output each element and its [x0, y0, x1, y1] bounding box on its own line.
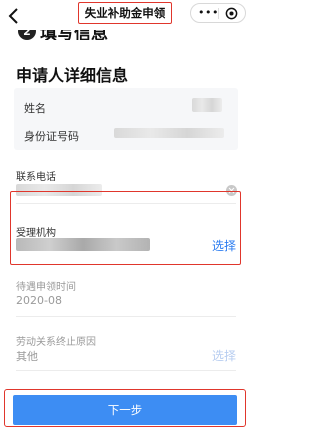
name-value-redacted	[192, 98, 222, 112]
capsule-divider-overlay	[218, 8, 219, 19]
more-menu-icon-overlay[interactable]: •••	[198, 7, 219, 19]
agency-label: 受理机构	[16, 228, 56, 239]
name-label: 姓名	[24, 102, 46, 115]
termination-reason-label: 劳动关系终止原因	[16, 337, 96, 348]
termination-reason-select-link[interactable]: 选择	[212, 347, 236, 364]
next-button[interactable]: 下一步	[13, 395, 237, 425]
section-title: 申请人详细信息	[16, 66, 129, 85]
agency-select-link[interactable]: 选择	[212, 237, 236, 254]
mini-program-capsule-overlay[interactable]: •••	[190, 3, 246, 23]
id-number-label: 身份证号码	[24, 130, 79, 143]
agency-value-redacted[interactable]	[16, 238, 150, 251]
close-target-icon-overlay[interactable]	[225, 7, 238, 20]
id-number-value-redacted	[114, 128, 224, 138]
divider	[16, 370, 236, 371]
contact-phone-label: 联系电话	[16, 172, 56, 183]
termination-reason-value: 其他	[16, 350, 38, 363]
page-title-overlay: 失业补助金申领	[78, 2, 172, 24]
divider	[16, 316, 236, 317]
pending-period-value: 2020-08	[16, 294, 62, 307]
pending-period-label: 待遇申领时间	[16, 282, 76, 293]
back-icon-overlay[interactable]	[4, 6, 24, 26]
applicant-info-card: 姓名 身份证号码	[14, 88, 238, 150]
